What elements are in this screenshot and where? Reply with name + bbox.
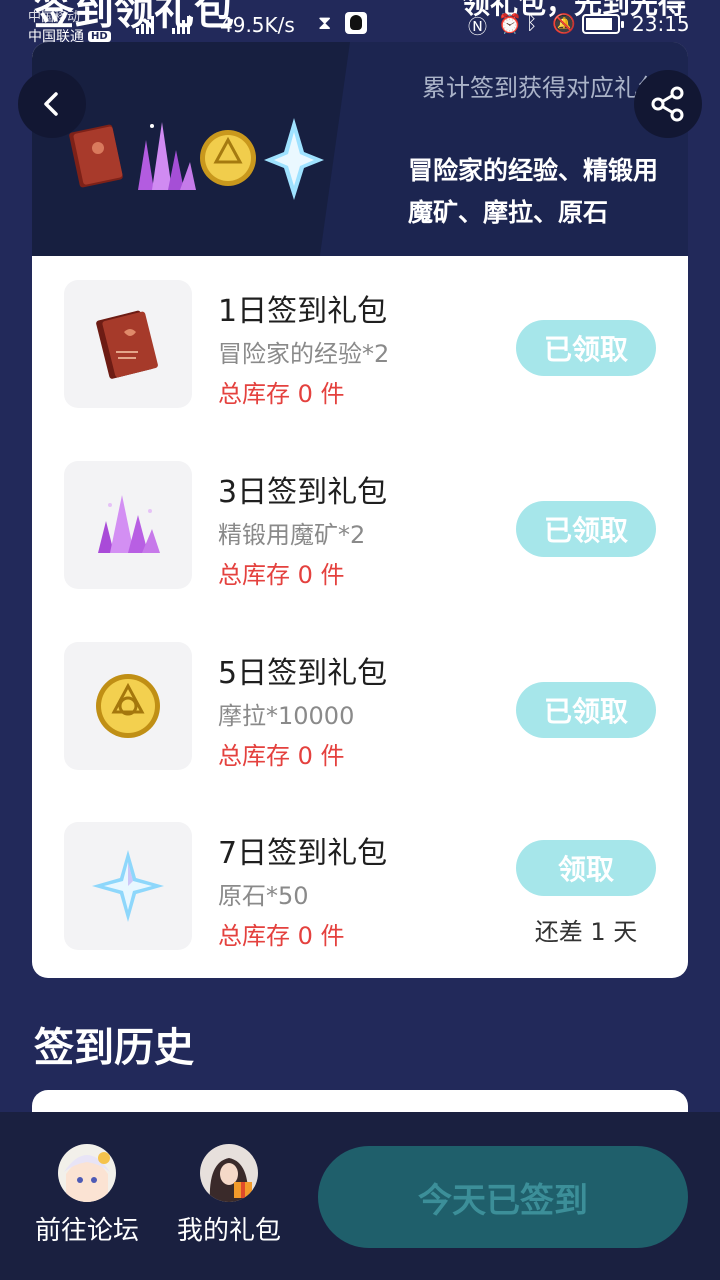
bottom-bar: 前往论坛 我的礼包 今天已签到 <box>0 1112 720 1280</box>
network-speed: 49.5K/s <box>220 13 295 37</box>
gift-title: 5日签到礼包 <box>218 656 388 691</box>
gift-thumbnail <box>64 280 192 408</box>
my-gifts-label: 我的礼包 <box>176 1216 281 1246</box>
crystal-icon <box>98 495 160 553</box>
gift-content: 摩拉*10000 <box>218 702 355 730</box>
share-icon <box>651 86 684 122</box>
clock: 23:15 <box>632 12 690 36</box>
gift-row: 1日签到礼包 冒险家的经验*2 总库存 0 件 已领取 <box>32 280 688 410</box>
gift-stock: 总库存 0 件 <box>218 922 345 950</box>
hd-badge: HD <box>88 30 111 42</box>
hourglass-icon: ⧗ <box>318 12 332 34</box>
gift-row: 5日签到礼包 摩拉*10000 总库存 0 件 已领取 <box>32 642 688 772</box>
book-icon <box>69 124 123 188</box>
primogem-icon <box>92 850 164 922</box>
primogem-icon <box>264 118 324 200</box>
gift-row: 7日签到礼包 原石*50 总库存 0 件 领取 还差 1 天 <box>32 822 688 952</box>
back-button[interactable] <box>18 70 86 138</box>
signal-4g-icon <box>172 12 190 34</box>
gift-thumbnail <box>64 461 192 589</box>
mute-icon: 🔕 <box>552 13 576 35</box>
claim-button[interactable]: 领取 <box>516 840 656 896</box>
bluetooth-icon: ᛒ <box>526 12 538 34</box>
forum-avatar <box>58 1144 116 1202</box>
gift-title: 3日签到礼包 <box>218 475 388 510</box>
gift-content: 精锻用魔矿*2 <box>218 521 366 549</box>
gift-stock: 总库存 0 件 <box>218 380 345 408</box>
claimed-button[interactable]: 已领取 <box>516 501 656 557</box>
gift-title: 7日签到礼包 <box>218 836 388 871</box>
alarm-icon: ⏰ <box>498 13 522 35</box>
gift-row: 3日签到礼包 精锻用魔矿*2 总库存 0 件 已领取 <box>32 461 688 591</box>
claimed-button[interactable]: 已领取 <box>516 682 656 738</box>
history-title: 签到历史 <box>34 1025 194 1071</box>
signed-today-button[interactable]: 今天已签到 <box>318 1146 688 1248</box>
gift-stock: 总库存 0 件 <box>218 561 345 589</box>
gift-content: 原石*50 <box>218 882 309 910</box>
book-icon <box>96 310 158 379</box>
my-gifts-nav-item[interactable]: 我的礼包 <box>164 1144 294 1247</box>
forum-label: 前往论坛 <box>34 1216 139 1246</box>
carrier-primary: 中国移动 <box>28 10 81 25</box>
battery-icon <box>582 14 624 34</box>
header-description: 累计签到获得对应礼包 <box>422 74 662 102</box>
my-gifts-avatar <box>200 1144 258 1202</box>
signal-icon <box>136 12 154 34</box>
gift-thumbnail <box>64 642 192 770</box>
mora-coin-icon <box>96 674 160 738</box>
gift-content: 冒险家的经验*2 <box>218 340 390 368</box>
crystal-icon <box>138 122 196 190</box>
chevron-left-icon <box>44 92 58 116</box>
status-bar: 签到领礼包 领礼包，先到先得 中国移动 中国联通 HD 49.5K/s ⧗ Ⓝ … <box>0 0 720 45</box>
rewards-preview <box>69 118 324 200</box>
qq-icon <box>345 12 367 34</box>
gift-card-header: 累计签到获得对应礼包 冒险家的经验、精锻用魔矿、摩拉、原石 <box>32 42 688 256</box>
gift-card: 累计签到获得对应礼包 冒险家的经验、精锻用魔矿、摩拉、原石 1日签到礼包 冒险家… <box>32 42 688 978</box>
gift-title: 1日签到礼包 <box>218 294 388 329</box>
nfc-icon: Ⓝ <box>468 16 488 38</box>
mora-coin-icon <box>200 130 256 186</box>
header-rewards-summary: 冒险家的经验、精锻用魔矿、摩拉、原石 <box>408 156 659 227</box>
claimed-button[interactable]: 已领取 <box>516 320 656 376</box>
gift-stock: 总库存 0 件 <box>218 742 345 770</box>
forum-nav-item[interactable]: 前往论坛 <box>22 1144 152 1247</box>
gift-thumbnail <box>64 822 192 950</box>
days-remaining: 还差 1 天 <box>534 918 638 946</box>
share-button[interactable] <box>634 70 702 138</box>
